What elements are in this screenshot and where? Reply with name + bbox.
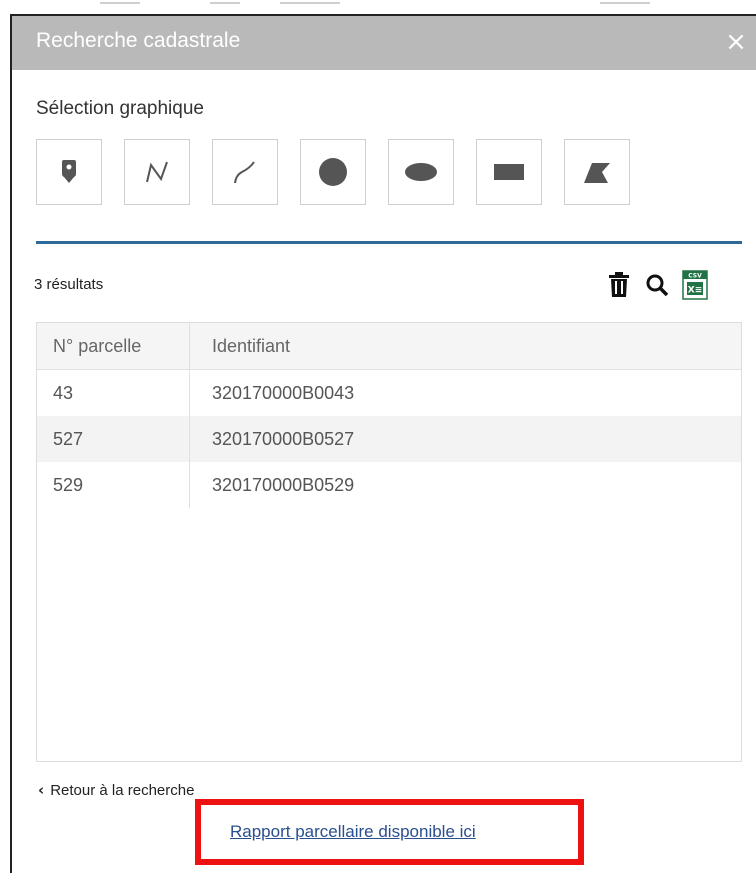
panel-header: Recherche cadastrale × [12, 16, 756, 70]
ellipse-tool-button[interactable] [388, 139, 454, 205]
freehand-line-icon [234, 161, 255, 184]
cadastral-search-panel: Recherche cadastrale × Sélection graphiq… [10, 14, 756, 873]
cell-parcel-number: 43 [37, 369, 190, 416]
point-marker-icon [62, 160, 76, 183]
table-row[interactable]: 43 320170000B0043 [37, 369, 741, 416]
polyline-tool-button[interactable] [124, 139, 190, 205]
point-tool-button[interactable] [36, 139, 102, 205]
cell-parcel-number: 529 [37, 462, 190, 508]
chevron-left-icon: ‹ [38, 781, 45, 799]
circle-tool-button[interactable] [300, 139, 366, 205]
parcel-report-link[interactable]: Rapport parcellaire disponible ici [230, 822, 476, 842]
cell-identifier: 320170000B0527 [189, 416, 741, 462]
ellipse-icon [405, 163, 437, 181]
results-count: 3 résultats [34, 276, 104, 293]
rectangle-icon [494, 164, 524, 180]
polyline-icon [146, 161, 168, 183]
graphic-selection-label: Sélection graphique [36, 98, 204, 119]
trash-icon [609, 272, 629, 297]
delete-results-button[interactable] [604, 270, 634, 300]
page: Recherche cadastrale × Sélection graphiq… [0, 0, 756, 873]
back-to-search-label: Retour à la recherche [50, 782, 195, 799]
close-button[interactable]: × [722, 28, 750, 56]
csv-badge-text: CSV [688, 273, 702, 280]
results-table: N° parcelle Identifiant 43 320170000B004… [36, 322, 742, 762]
excel-glyph-text: X≡ [688, 286, 702, 296]
cell-parcel-number: 527 [37, 416, 190, 462]
cell-identifier: 320170000B0529 [212, 474, 355, 495]
table-row[interactable]: 529 320170000B0529 [37, 462, 741, 508]
zoom-to-results-button[interactable] [642, 270, 672, 300]
freehand-line-tool-button[interactable] [212, 139, 278, 205]
export-csv-button[interactable]: CSV X≡ [680, 270, 710, 300]
panel-title: Recherche cadastrale [36, 29, 241, 52]
freehand-polygon-icon [584, 163, 610, 183]
column-header-parcel-number[interactable]: N° parcelle [37, 323, 190, 370]
back-to-search-link[interactable]: ‹ Retour à la recherche [38, 781, 194, 799]
cell-identifier: 320170000B0043 [212, 382, 355, 403]
section-divider [36, 241, 742, 244]
column-header-identifier[interactable]: Identifiant [189, 323, 741, 370]
table-row[interactable]: 527 320170000B0527 [37, 416, 741, 462]
freehand-polygon-tool-button[interactable] [564, 139, 630, 205]
csv-export-icon: CSV X≡ [682, 270, 708, 300]
circle-icon [319, 158, 347, 186]
table-header-row: N° parcelle Identifiant [37, 323, 741, 370]
rectangle-tool-button[interactable] [476, 139, 542, 205]
search-icon [646, 274, 669, 297]
background-map-strip [0, 0, 756, 14]
